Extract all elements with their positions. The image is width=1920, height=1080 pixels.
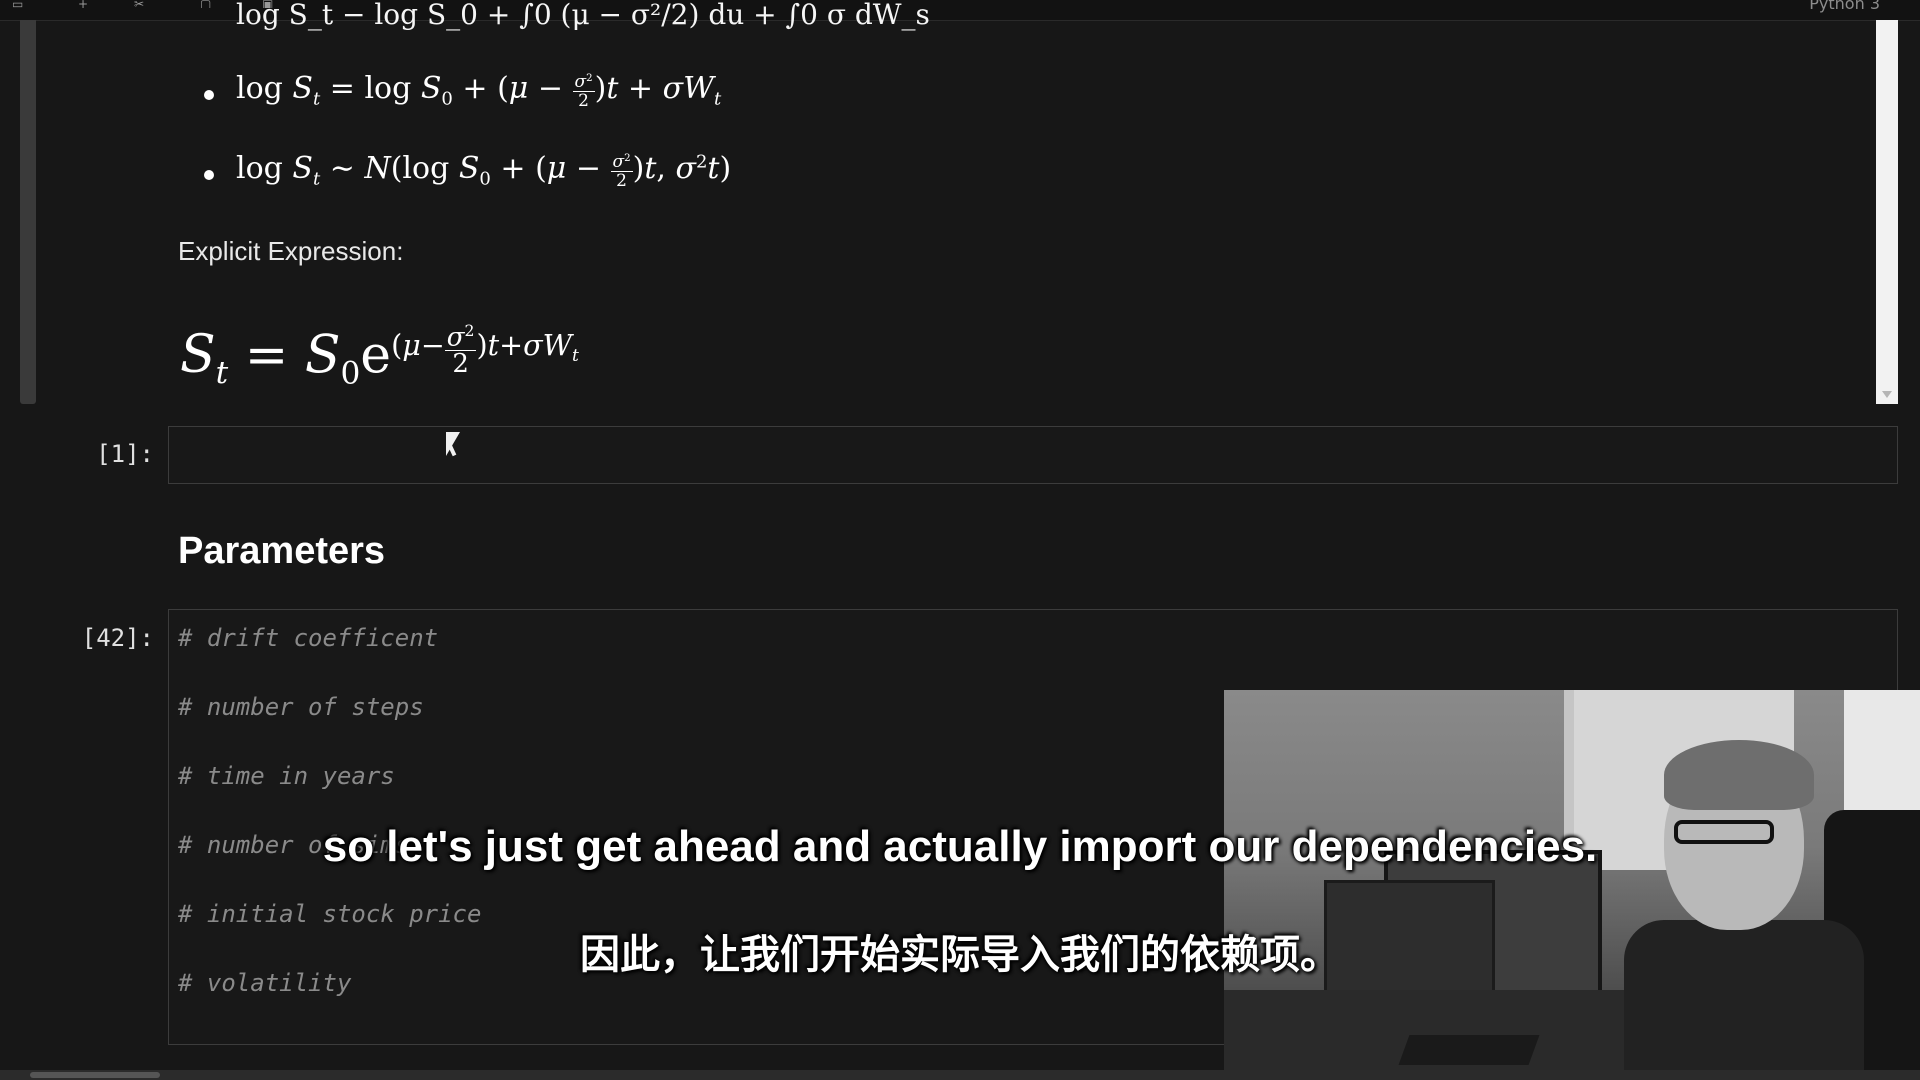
subtitle-chinese: 因此，让我们开始实际导入我们的依赖项。 [580, 932, 1340, 978]
webcam-wall-panel [1844, 690, 1920, 810]
mouse-cursor-icon [446, 432, 460, 456]
code-comment: # drift coefficent [178, 624, 439, 652]
webcam-keyboard [1398, 1035, 1540, 1065]
horizontal-scrollbar-thumb[interactable] [30, 1072, 160, 1078]
markdown-cell[interactable]: log S_t − log S_0 + ∫0 (μ − σ²/2) du + ∫… [0, 0, 1900, 404]
section-heading: Parameters [178, 530, 386, 572]
cut-icon[interactable]: ✂ [134, 0, 156, 8]
webcam-overlay [1224, 690, 1920, 1080]
code-comment: # number of steps [178, 693, 424, 721]
partial-equation-line: log S_t − log S_0 + ∫0 (μ − σ²/2) du + ∫… [236, 0, 930, 31]
save-icon[interactable]: ▭ [12, 0, 34, 8]
kernel-name[interactable]: Python 3 [1809, 0, 1880, 13]
cell-prompt: [1]: [96, 440, 154, 468]
code-cell-input[interactable] [168, 426, 1898, 484]
cell-prompt: [42]: [81, 624, 154, 652]
explicit-expression-label: Explicit Expression: [178, 236, 404, 266]
cell-scrollbar[interactable] [1876, 20, 1898, 404]
equation-log-st: log St = log S0 + (μ − σ2 2)t + σWt [236, 71, 722, 112]
bullet-point [204, 90, 214, 100]
explicit-expression-equation: St = S0e(μ− σ2 2)t+σWt [180, 318, 579, 391]
cell-collapse-bar[interactable] [20, 20, 36, 404]
code-comment: # time in years [178, 762, 395, 790]
copy-icon[interactable]: ▢ [200, 0, 222, 8]
add-icon[interactable]: + [78, 0, 100, 8]
horizontal-scrollbar[interactable] [0, 1070, 1920, 1080]
bullet-point [204, 170, 214, 180]
webcam-person-hair [1664, 740, 1814, 810]
scroll-down-arrow-icon[interactable] [1882, 391, 1892, 398]
equation-log-st-distribution: log St ∼ N(log S0 + (μ − σ2 2)t, σ2t) [236, 151, 732, 192]
subtitle-english: so let's just get ahead and actually imp… [322, 822, 1598, 871]
